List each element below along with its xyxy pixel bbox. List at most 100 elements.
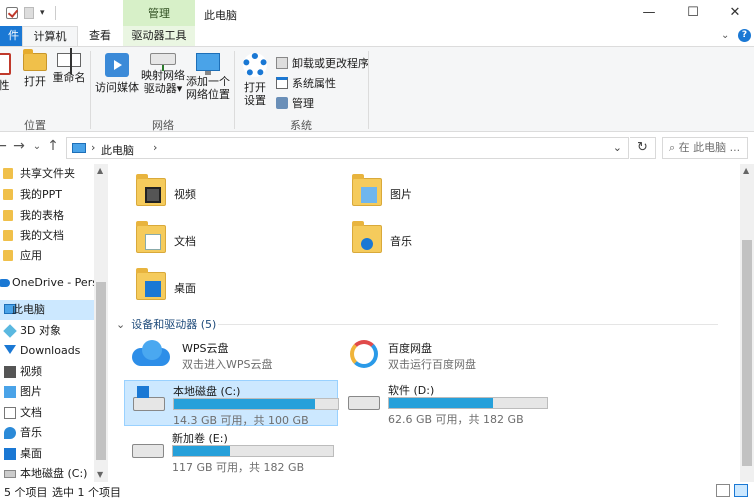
- refresh-button[interactable]: ↻: [630, 137, 656, 159]
- open-folder-icon: [23, 49, 47, 71]
- nav-item-label: 我的文档: [20, 229, 64, 242]
- open-button[interactable]: 打开: [20, 49, 50, 88]
- manage-icon: [276, 97, 288, 109]
- nav-item-3d-objects[interactable]: 3D 对象: [0, 321, 108, 341]
- forward-button[interactable]: →: [10, 138, 28, 154]
- drive-usage-bar: [173, 398, 339, 410]
- folder-icon: [3, 250, 13, 261]
- system-properties-icon: [276, 77, 288, 89]
- system-properties-button[interactable]: 系统属性: [276, 75, 336, 91]
- cloud-item-baidu[interactable]: 百度网盘 双击运行百度网盘: [340, 336, 554, 380]
- search-icon: ⌕: [669, 141, 676, 154]
- nav-item-pictures[interactable]: 图片: [0, 382, 108, 402]
- baidu-netdisk-icon: [350, 340, 378, 368]
- nav-item-shared-folder[interactable]: 共享文件夹: [0, 164, 108, 184]
- address-input[interactable]: › 此电脑 › ⌄: [66, 137, 629, 159]
- help-icon[interactable]: ?: [738, 29, 751, 42]
- rename-button[interactable]: 重命名: [52, 48, 86, 84]
- nav-item-onedrive[interactable]: OneDrive - Perso: [0, 273, 108, 293]
- large-icons-view-button[interactable]: [734, 484, 748, 497]
- network-drive-icon: [150, 53, 176, 71]
- section-divider: [218, 324, 718, 325]
- map-drive-label-2: 驱动器▾: [143, 82, 183, 95]
- folder-item-music[interactable]: 音乐: [352, 221, 512, 265]
- access-media-button[interactable]: 访问媒体: [94, 53, 140, 94]
- drive-free-space: 62.6 GB 可用，共 182 GB: [388, 413, 524, 426]
- manage-button[interactable]: 管理: [276, 95, 314, 111]
- drive-item-c[interactable]: 本地磁盘 (C:) 14.3 GB 可用，共 100 GB: [124, 380, 339, 427]
- cloud-item-wps[interactable]: WPS云盘 双击进入WPS云盘: [124, 336, 338, 380]
- chevron-right-icon[interactable]: ›: [91, 141, 95, 154]
- app-name: 百度网盘: [388, 342, 432, 355]
- tab-computer[interactable]: 计算机: [22, 26, 78, 46]
- scroll-up-icon[interactable]: ▲: [743, 166, 749, 175]
- close-button[interactable]: ✕: [714, 0, 754, 26]
- collapse-ribbon-chevron-icon[interactable]: ⌄: [721, 30, 729, 41]
- open-settings-button[interactable]: 打开 设置: [238, 53, 272, 107]
- nav-item-my-docs[interactable]: 我的文档: [0, 226, 108, 246]
- nav-item-documents[interactable]: 文档: [0, 403, 108, 423]
- folder-item-videos[interactable]: 视频: [136, 174, 296, 218]
- desktop-icon: [4, 448, 16, 460]
- back-button[interactable]: ←: [0, 138, 10, 154]
- uninstall-program-button[interactable]: 卸载或更改程序: [276, 55, 369, 71]
- customize-qat-chevron-icon[interactable]: ▾: [40, 8, 45, 18]
- tab-drive-tools[interactable]: 驱动器工具: [123, 26, 195, 46]
- nav-item-label: 桌面: [20, 447, 42, 460]
- minimize-button[interactable]: —: [628, 0, 670, 26]
- add-network-location-button[interactable]: 添加一个 网络位置: [186, 53, 230, 101]
- nav-item-desktop[interactable]: 桌面: [0, 444, 108, 464]
- nav-item-music[interactable]: 音乐: [0, 423, 108, 443]
- details-view-button[interactable]: [716, 484, 730, 497]
- nav-pane-scrollbar[interactable]: ▲ ▼: [94, 164, 108, 482]
- content-scroll-thumb[interactable]: [742, 240, 752, 466]
- folder-item-desktop[interactable]: 桌面: [136, 268, 296, 312]
- map-network-drive-button[interactable]: 映射网络 驱动器▾: [140, 53, 186, 95]
- status-bar: 5 个项目 选中 1 个项目: [0, 482, 754, 500]
- scroll-up-icon[interactable]: ▲: [97, 166, 103, 175]
- scroll-down-icon[interactable]: ▼: [97, 470, 103, 479]
- file-list: 视频 图片 文档 音乐 桌面 ⌄ 设备和驱动器 (5) WPS云盘 双击进入WPS…: [110, 164, 740, 482]
- group-label-system: 系统: [290, 119, 312, 132]
- folder-item-pictures[interactable]: 图片: [352, 174, 512, 218]
- folder-name: 桌面: [174, 282, 196, 295]
- tab-file[interactable]: 件: [0, 26, 22, 46]
- nav-item-label: 此电脑: [12, 303, 45, 316]
- context-tab-manage[interactable]: 管理: [123, 0, 195, 26]
- manage-label: 管理: [292, 97, 314, 110]
- folder-icon: [3, 230, 13, 241]
- open-label: 打开: [24, 75, 46, 88]
- chevron-right-icon[interactable]: ›: [153, 141, 157, 154]
- nav-item-my-sheets[interactable]: 我的表格: [0, 206, 108, 226]
- folder-item-documents[interactable]: 文档: [136, 221, 296, 265]
- drive-free-space: 117 GB 可用，共 182 GB: [172, 461, 305, 474]
- drive-name: 软件 (D:): [388, 384, 435, 397]
- breadcrumb-this-pc[interactable]: 此电脑: [101, 142, 134, 158]
- nav-item-local-disk-c[interactable]: 本地磁盘 (C:): [0, 464, 108, 482]
- nav-item-downloads[interactable]: Downloads: [0, 341, 108, 361]
- drive-item-d[interactable]: 软件 (D:) 62.6 GB 可用，共 182 GB: [340, 380, 554, 426]
- nav-item-videos[interactable]: 视频: [0, 362, 108, 382]
- nav-item-this-pc[interactable]: 此电脑: [0, 300, 108, 320]
- nav-item-label: 应用: [20, 249, 42, 262]
- drive-item-e[interactable]: 新加卷 (E:) 117 GB 可用，共 182 GB: [124, 428, 338, 474]
- properties-quick-icon[interactable]: [6, 7, 18, 19]
- section-header-devices[interactable]: ⌄ 设备和驱动器 (5): [116, 316, 216, 332]
- new-folder-quick-icon[interactable]: [24, 7, 34, 19]
- address-dropdown-chevron-icon[interactable]: ⌄: [613, 141, 622, 154]
- title-bar: ▾ 管理 此电脑 — ☐ ✕: [0, 0, 754, 26]
- nav-item-my-ppt[interactable]: 我的PPT: [0, 185, 108, 205]
- nav-item-apps[interactable]: 应用: [0, 246, 108, 266]
- ribbon-tabs: 件 计算机 查看 驱动器工具 ⌄ ?: [0, 26, 754, 46]
- maximize-button[interactable]: ☐: [672, 0, 714, 26]
- nav-pane-scroll-thumb[interactable]: [96, 282, 106, 460]
- nav-item-label: 本地磁盘 (C:): [20, 467, 88, 480]
- content-scrollbar[interactable]: ▲: [740, 164, 754, 482]
- folder-icon: [3, 168, 13, 179]
- properties-button[interactable]: 性: [0, 53, 14, 92]
- up-button[interactable]: ↑: [44, 138, 62, 154]
- drive-icon: [132, 444, 164, 458]
- chevron-down-icon[interactable]: ⌄: [116, 318, 125, 331]
- tab-view[interactable]: 查看: [82, 26, 118, 46]
- search-input[interactable]: ⌕ 在 此电脑 ...: [662, 137, 748, 159]
